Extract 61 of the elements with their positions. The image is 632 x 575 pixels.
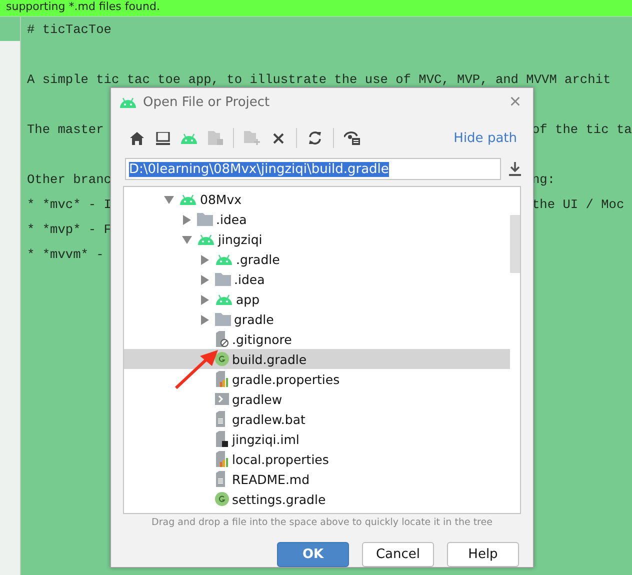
code-line: the UI / Moc <box>532 196 624 214</box>
project-icon <box>180 132 198 144</box>
dialog-button[interactable]: Help <box>447 542 519 567</box>
properties-file-icon <box>215 371 229 387</box>
module-file-icon <box>215 431 229 447</box>
tree-item[interactable]: settings.gradle <box>124 489 510 509</box>
tree-item[interactable]: jingziqi <box>124 229 510 249</box>
code-line: A simple tic tac toe app, to illustrate the use of MVC, MVP, and MVVM archit <box>27 71 611 89</box>
scrollbar-thumb[interactable] <box>510 215 520 273</box>
path-field[interactable]: D:\0learning\08Mvx\jingziqi\build.gradle <box>125 158 501 180</box>
tree-item[interactable]: gradle <box>124 309 510 329</box>
code-line: # ticTacToe <box>27 21 112 39</box>
hint-text: Drag and drop a file into the space above to quickly locate it in the tree <box>150 516 494 528</box>
gradle-file-icon <box>215 492 229 506</box>
tree-item[interactable]: gradlew.bat <box>124 409 510 429</box>
tree-item[interactable]: 08Mvx <box>124 189 510 209</box>
tree-item[interactable]: local.properties <box>124 449 510 469</box>
home-icon <box>130 132 144 144</box>
ignored-file-icon <box>215 331 229 347</box>
arrow-annotation <box>174 348 220 390</box>
download-icon[interactable] <box>509 162 521 176</box>
new-folder-icon <box>244 131 260 145</box>
code-line: * *mvc* - I <box>27 196 112 214</box>
code-line: The master <box>27 121 104 139</box>
hide-path-link[interactable]: Hide path <box>454 130 517 146</box>
android-folder-icon <box>215 254 233 264</box>
tree-item[interactable]: gradle.properties <box>124 369 510 389</box>
tree-item[interactable]: README.md <box>124 469 510 489</box>
tree-item[interactable]: build.gradle <box>124 349 510 369</box>
tree-item[interactable]: .idea <box>124 209 510 229</box>
properties-file-icon <box>215 451 229 467</box>
code-line: * *mvvm* - <box>27 246 104 264</box>
folder-icon <box>215 272 231 286</box>
desktop-icon <box>156 132 170 144</box>
android-folder-icon <box>215 294 233 304</box>
android-folder-icon <box>197 234 215 244</box>
code-line: Other branc <box>27 171 112 189</box>
collapsed-arrow-icon[interactable] <box>182 214 192 224</box>
tree-item[interactable]: jingziqi.iml <box>124 429 510 449</box>
android-icon <box>119 96 137 108</box>
tree-item[interactable]: .gradle <box>124 249 510 269</box>
refresh-icon <box>308 131 322 145</box>
path-text: D:\0learning\08Mvx\jingziqi\build.gradle <box>129 162 389 176</box>
dialog-button[interactable]: OK <box>277 542 349 567</box>
script-file-icon <box>215 393 229 405</box>
dialog-button[interactable]: Cancel <box>362 542 434 567</box>
dialog-title: Open File or Project <box>143 94 271 110</box>
tree-item[interactable]: .idea <box>124 269 510 289</box>
android-folder-icon <box>179 194 197 204</box>
delete-icon <box>272 132 284 144</box>
banner-text: supporting *.md files found. <box>6 0 160 15</box>
expanded-arrow-icon[interactable] <box>164 194 174 204</box>
eye-document-icon <box>344 131 360 145</box>
folder-icon <box>197 212 213 226</box>
tree-item[interactable]: .gitignore <box>124 329 510 349</box>
folder-icon <box>215 312 231 326</box>
module-folder-icon <box>208 131 222 145</box>
tree-item[interactable]: gradlew <box>124 389 510 409</box>
tree-item[interactable]: app <box>124 289 510 309</box>
gradle-file-icon <box>215 352 229 366</box>
expanded-arrow-icon[interactable] <box>182 234 192 244</box>
